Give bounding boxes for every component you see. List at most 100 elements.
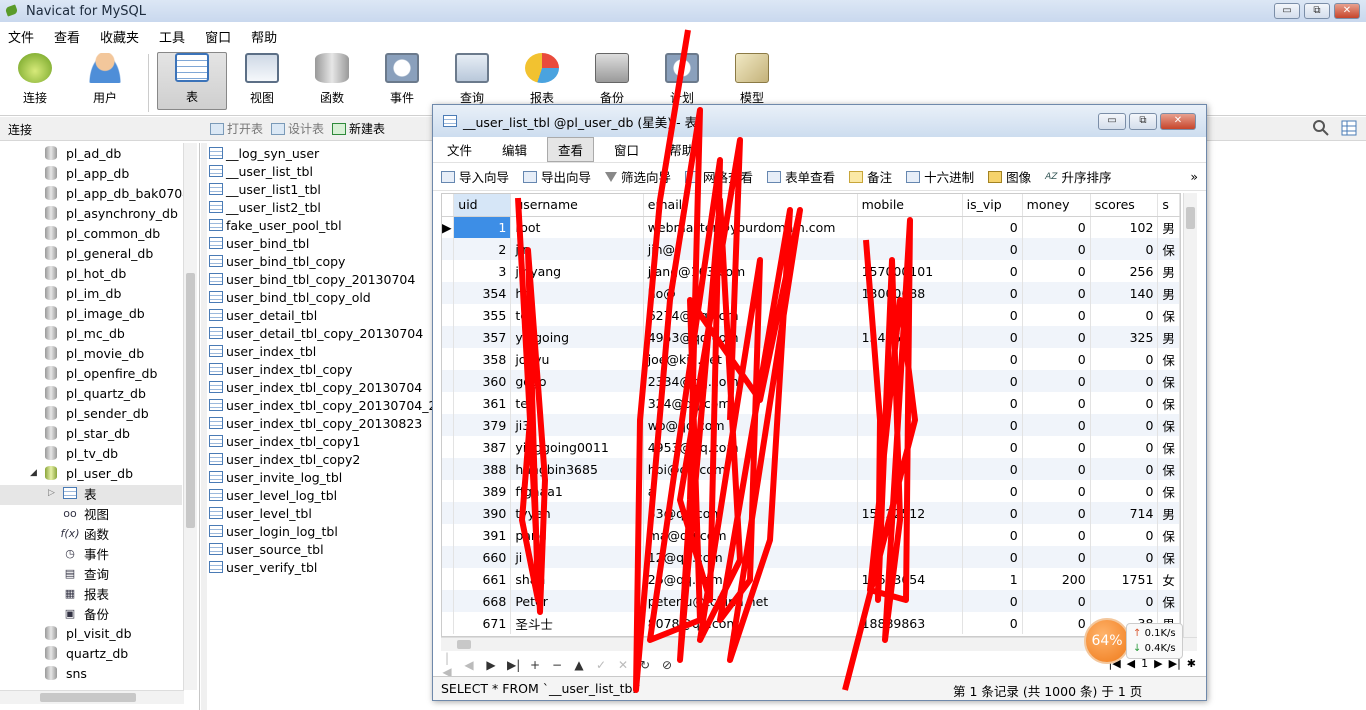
grid-cell-email[interactable]: 324@qq.com [643, 392, 858, 414]
grid-cell-scores[interactable]: 0 [1090, 590, 1159, 612]
grid-cell-email[interactable]: jiang@163.com [643, 260, 858, 282]
tree-db-item[interactable]: pl_quartz_db [45, 383, 146, 403]
grid-cell-money[interactable]: 0 [1022, 392, 1091, 414]
table-row[interactable]: 390 tyyen 53@qq.com 15122512 0 0 714 男 [442, 502, 1180, 524]
grid-cell-uid[interactable]: 390 [453, 502, 512, 524]
grid-cell-scores[interactable]: 0 [1090, 414, 1159, 436]
grid-cell-money[interactable]: 200 [1022, 568, 1091, 590]
toolbar-backup-button[interactable]: 备份 [577, 48, 647, 110]
memo-button[interactable]: 备注 [849, 167, 892, 186]
grid-cell-money[interactable]: 0 [1022, 260, 1091, 282]
network-speed-widget[interactable]: 64% ↑ 0.1K/s ↓ 0.4K/s [1084, 618, 1183, 664]
grid-cell-email[interactable]: 12@qq.com [643, 546, 858, 568]
tree-db-item[interactable]: sns [45, 663, 87, 683]
grid-cell-money[interactable]: 0 [1022, 436, 1091, 458]
grid-cell-uid[interactable]: 660 [453, 546, 512, 568]
grid-cell-s[interactable]: 保 [1157, 392, 1180, 414]
grid-cell-username[interactable]: yinggoing0011 [510, 436, 644, 458]
tree-db-item[interactable]: pl_asynchrony_db [45, 203, 178, 223]
apply-record-icon[interactable]: ▲ [573, 658, 585, 672]
grid-cell-scores[interactable]: 140 [1090, 282, 1159, 304]
row-header[interactable] [442, 238, 455, 260]
grid-cell-is_vip[interactable]: 0 [962, 304, 1023, 326]
table-list-item[interactable]: user_bind_tbl_copy_20130704 [209, 270, 415, 288]
grid-cell-email[interactable]: ma@qq.com [643, 524, 858, 546]
grid-cell-is_vip[interactable]: 0 [962, 480, 1023, 502]
grid-cell-is_vip[interactable]: 0 [962, 260, 1023, 282]
table-list-item[interactable]: fake_user_pool_tbl [209, 216, 342, 234]
restore-button[interactable]: ⧉ [1304, 3, 1330, 19]
tools-icon[interactable]: ✱ [1187, 657, 1196, 670]
table-row[interactable]: 671圣斗士8078@qq.com188898630038男 [442, 612, 1180, 634]
grid-cell-scores[interactable]: 0 [1090, 370, 1159, 392]
tree-child-backups[interactable]: ▣ 备份 [62, 603, 109, 623]
grid-cell-email[interactable]: 4953@qq.com [643, 326, 858, 348]
grid-cell-username[interactable]: ji3 [510, 414, 644, 436]
grid-cell-s[interactable]: 保 [1157, 524, 1180, 546]
table-row[interactable]: 3 jinyang jiang@163.com 157000101 0 0 256 男 [442, 260, 1180, 282]
tree-db-item[interactable]: pl_openfire_db [45, 363, 157, 383]
menu-tools[interactable]: 工具 [151, 24, 197, 46]
table-list-item[interactable]: __user_list_tbl [209, 162, 313, 180]
grid-cell-money[interactable]: 0 [1022, 458, 1091, 480]
grid-cell-scores[interactable]: 325 [1090, 326, 1159, 348]
grid-cell-money[interactable]: 0 [1022, 524, 1091, 546]
grid-cell-mobile[interactable] [857, 238, 963, 260]
grid-cell-email[interactable]: 26@qq.com [643, 568, 858, 590]
new-table-button[interactable]: 新建表 [332, 120, 385, 137]
grid-cell-money[interactable]: 0 [1022, 326, 1091, 348]
grid-cell-mobile[interactable]: 15122512 [857, 502, 963, 524]
grid-cell-scores[interactable]: 714 [1090, 502, 1159, 524]
grid-cell-money[interactable]: 0 [1022, 590, 1091, 612]
current-row-indicator[interactable]: ▶ [442, 216, 455, 238]
column-header[interactable]: is_vip [962, 194, 1023, 217]
toolbar-query-button[interactable]: 查询 [437, 48, 507, 110]
grid-cell-uid[interactable]: 391 [453, 524, 512, 546]
column-header[interactable]: mobile [857, 194, 963, 217]
scrollbar-thumb[interactable] [40, 693, 136, 702]
menu-help[interactable]: 帮助 [243, 24, 289, 46]
table-list-item[interactable]: user_index_tbl_copy_20130704 [209, 378, 422, 396]
table-row[interactable]: 387 yinggoing0011 4953@qq.com 0 0 0 保 [442, 436, 1180, 458]
table-list-item[interactable]: user_index_tbl_copy1 [209, 432, 360, 450]
child-minimize-button[interactable]: ▭ [1098, 113, 1126, 130]
grid-cell-scores[interactable]: 0 [1090, 348, 1159, 370]
grid-cell-money[interactable]: 0 [1022, 216, 1091, 238]
table-list-item[interactable]: user_detail_tbl_copy_20130704 [209, 324, 423, 342]
scrollbar-thumb[interactable] [186, 273, 195, 528]
grid-cell-mobile[interactable] [857, 414, 963, 436]
row-header[interactable] [442, 370, 455, 392]
row-header[interactable] [442, 524, 455, 546]
grid-vertical-scrollbar[interactable] [1183, 193, 1197, 637]
grid-cell-uid[interactable]: 668 [453, 590, 512, 612]
child-menu-file[interactable]: 文件 [437, 138, 482, 161]
table-list-item[interactable]: __user_list2_tbl [209, 198, 321, 216]
design-table-button[interactable]: 设计表 [271, 120, 324, 137]
last-record-icon[interactable]: ▶| [507, 658, 520, 672]
expand-arrow-icon[interactable]: ▷ [48, 488, 62, 498]
grid-cell-scores[interactable]: 1751 [1090, 568, 1159, 590]
tree-db-item[interactable]: pl_app_db_bak0704 [45, 183, 190, 203]
close-button[interactable]: ✕ [1334, 3, 1360, 19]
tree-db-item[interactable]: pl_mc_db [45, 323, 125, 343]
row-header[interactable] [442, 282, 455, 304]
grid-cell-s[interactable]: 保 [1157, 414, 1180, 436]
grid-cell-mobile[interactable] [857, 458, 963, 480]
grid-view-button[interactable]: 网格查看 [685, 167, 753, 186]
row-header[interactable] [442, 546, 455, 568]
grid-cell-s[interactable]: 男 [1157, 502, 1180, 524]
table-row[interactable]: 2 jin jin@ 0 0 0 保 [442, 238, 1180, 260]
tree-child-functions[interactable]: f(x) 函数 [61, 523, 110, 543]
grid-cell-is_vip[interactable]: 0 [962, 348, 1023, 370]
table-row[interactable]: 379 ji3 wo@qq.com 0 0 0 保 [442, 414, 1180, 436]
form-view-button[interactable]: 表单查看 [767, 167, 835, 186]
row-header[interactable] [442, 348, 455, 370]
table-row[interactable]: 358 joeyu joe@kia.net 0 0 0 保 [442, 348, 1180, 370]
grid-cell-scores[interactable]: 102 [1090, 216, 1159, 238]
grid-cell-s[interactable]: 保 [1157, 436, 1180, 458]
grid-cell-is_vip[interactable]: 0 [962, 238, 1023, 260]
grid-cell-mobile[interactable] [857, 436, 963, 458]
row-header[interactable] [442, 590, 455, 612]
grid-cell-s[interactable]: 保 [1157, 348, 1180, 370]
table-row[interactable]: 360 gogo 2334@qq.com 0 0 0 保 [442, 370, 1180, 392]
